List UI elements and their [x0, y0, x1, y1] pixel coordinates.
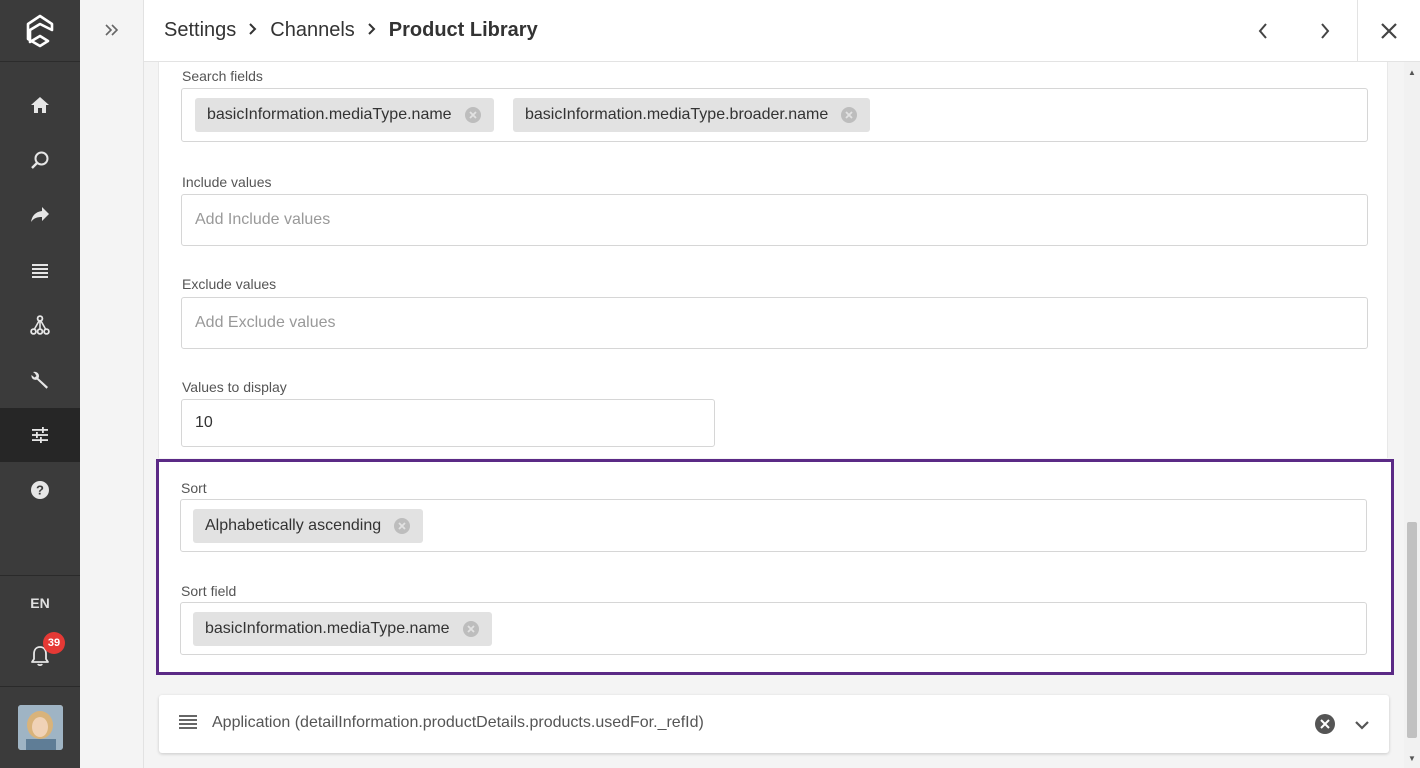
drag-handle-icon[interactable]	[179, 715, 197, 729]
accordion-title: Application (detailInformation.productDe…	[212, 714, 704, 731]
search-field-chip: basicInformation.mediaType.name	[195, 98, 494, 132]
nav-home[interactable]	[0, 78, 80, 132]
rail-divider	[0, 575, 80, 576]
sort-field-input[interactable]: basicInformation.mediaType.name	[180, 602, 1367, 655]
notification-badge: 39	[43, 632, 65, 654]
chip-label: basicInformation.mediaType.name	[207, 106, 452, 123]
nav-settings[interactable]	[0, 408, 80, 462]
sort-label: Sort	[181, 480, 207, 496]
help-icon: ?	[31, 481, 49, 499]
remove-chip-button[interactable]	[840, 106, 858, 124]
chip-label: basicInformation.mediaType.name	[205, 620, 450, 637]
secondary-sidebar	[80, 0, 144, 768]
remove-circle-icon	[464, 107, 481, 123]
user-avatar[interactable]	[18, 705, 63, 750]
remove-circle-icon	[841, 107, 858, 123]
search-icon	[31, 151, 49, 169]
wrench-icon	[31, 371, 48, 389]
search-fields-label: Search fields	[182, 68, 263, 84]
exclude-values-placeholder: Add Exclude values	[195, 314, 336, 331]
avatar-image	[18, 705, 63, 750]
exclude-values-label: Exclude values	[182, 276, 277, 292]
previous-button[interactable]	[1246, 14, 1280, 48]
svg-text:?: ?	[36, 483, 44, 498]
nav-search[interactable]	[0, 133, 80, 187]
scrollbar-thumb[interactable]	[1407, 522, 1417, 738]
close-icon	[1381, 23, 1397, 39]
list-icon	[32, 264, 48, 278]
double-chevron-right-icon	[105, 24, 119, 36]
values-to-display-input[interactable]: 10	[181, 399, 715, 447]
values-to-display-value: 10	[195, 414, 213, 431]
values-to-display-label: Values to display	[182, 379, 287, 395]
chevron-right-icon	[1321, 23, 1330, 39]
remove-chip-button[interactable]	[462, 620, 480, 638]
rail-divider-bottom	[0, 686, 80, 687]
close-button[interactable]	[1357, 0, 1420, 62]
nav-tools[interactable]	[0, 353, 80, 407]
nav-list[interactable]	[0, 243, 80, 297]
remove-chip-button[interactable]	[393, 517, 411, 535]
search-fields-input[interactable]: basicInformation.mediaType.name basicInf…	[181, 88, 1368, 142]
breadcrumb-current: Product Library	[388, 19, 538, 41]
next-button[interactable]	[1308, 14, 1342, 48]
notifications-button[interactable]	[0, 636, 80, 676]
breadcrumb: Settings Channels Product Library	[164, 19, 538, 42]
chip-label: Alphabetically ascending	[205, 517, 382, 534]
exclude-values-input[interactable]: Add Exclude values	[181, 297, 1368, 349]
include-values-input[interactable]: Add Include values	[181, 194, 1368, 246]
scroll-down-arrow-icon[interactable]: ▼	[1407, 753, 1417, 763]
expand-sidebar-button[interactable]	[100, 18, 124, 42]
remove-circle-icon	[394, 518, 411, 534]
sliders-icon	[32, 427, 48, 443]
scroll-up-arrow-icon[interactable]: ▲	[1407, 67, 1417, 77]
search-field-chip: basicInformation.mediaType.broader.name	[513, 98, 871, 132]
chevron-right-icon	[367, 20, 377, 41]
content-scrollbar[interactable]: ▲ ▼	[1404, 62, 1420, 768]
content-area: Search fields basicInformation.mediaType…	[144, 62, 1404, 768]
sort-input[interactable]: Alphabetically ascending	[180, 499, 1367, 552]
app-logo[interactable]	[0, 0, 80, 62]
chevron-down-icon[interactable]	[1351, 714, 1373, 736]
sort-field-label: Sort field	[181, 583, 237, 599]
share-icon	[31, 207, 49, 222]
logo-icon	[26, 14, 54, 47]
main-sidebar: ? EN 39	[0, 0, 80, 768]
sort-section-highlight: Sort Alphabetically ascending Sort field…	[156, 459, 1394, 675]
include-values-placeholder: Add Include values	[195, 211, 331, 228]
facet-settings-panel: Search fields basicInformation.mediaType…	[158, 62, 1388, 458]
chip-label: basicInformation.mediaType.broader.name	[525, 106, 829, 123]
remove-chip-button[interactable]	[464, 106, 482, 124]
nav-hierarchy[interactable]	[0, 298, 80, 352]
remove-circle-icon	[462, 621, 479, 637]
sort-chip: Alphabetically ascending	[193, 509, 424, 543]
hierarchy-icon	[30, 315, 50, 335]
include-values-label: Include values	[182, 174, 272, 190]
chevron-left-icon	[1258, 23, 1267, 39]
breadcrumb-channels[interactable]: Channels	[270, 19, 355, 42]
nav-help[interactable]: ?	[0, 463, 80, 517]
breadcrumb-settings[interactable]: Settings	[164, 19, 236, 42]
page-header: Settings Channels Product Library	[144, 0, 1420, 62]
chevron-right-icon	[248, 20, 258, 41]
sort-field-chip: basicInformation.mediaType.name	[193, 612, 492, 646]
nav-share[interactable]	[0, 188, 80, 242]
facet-accordion-application[interactable]: Application (detailInformation.productDe…	[159, 695, 1389, 753]
language-switcher[interactable]: EN	[0, 588, 80, 618]
remove-circle-icon[interactable]	[1314, 713, 1336, 735]
home-icon	[31, 97, 49, 113]
